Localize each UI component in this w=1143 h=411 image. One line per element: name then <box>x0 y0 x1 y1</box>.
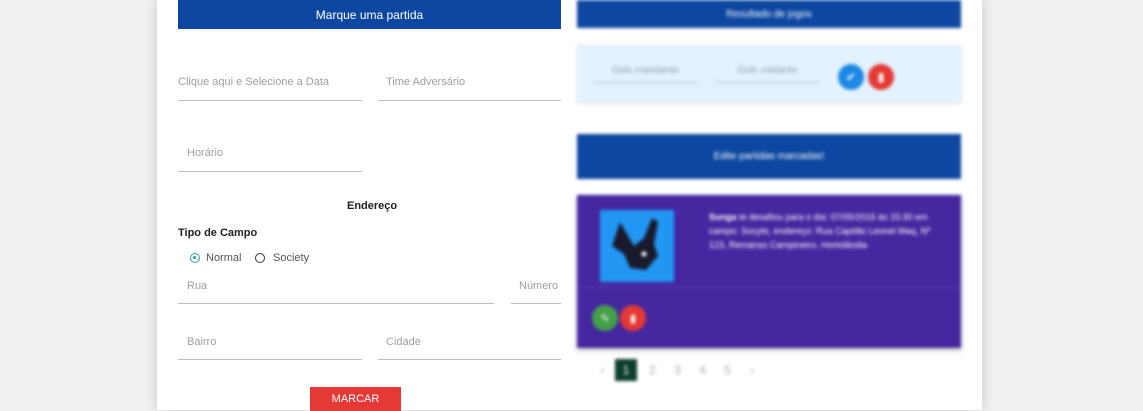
radio-society[interactable]: Society <box>255 252 309 264</box>
date-field[interactable] <box>178 76 362 101</box>
match-card: Sunga te desafiou para o dia: 07/05/2016… <box>577 195 961 348</box>
date-input[interactable] <box>178 76 362 88</box>
next-page-icon[interactable]: › <box>740 363 765 377</box>
district-input[interactable] <box>178 336 371 348</box>
field-type-title: Tipo de Campo <box>178 227 258 239</box>
score-home-field[interactable]: Gols mandante <box>593 65 698 83</box>
submit-button[interactable]: MARCAR <box>310 387 401 411</box>
time-input[interactable] <box>178 147 371 159</box>
time-field[interactable] <box>178 147 371 172</box>
match-team-name: Sunga <box>709 212 737 222</box>
page-1[interactable]: 1 <box>615 359 637 381</box>
check-icon[interactable]: ✔ <box>838 64 864 90</box>
district-field[interactable] <box>178 336 371 360</box>
team-logo-image <box>600 210 674 282</box>
radio-normal[interactable]: Normal <box>190 252 241 264</box>
city-field[interactable] <box>378 336 569 360</box>
result-entry-box: Gols mandante Gols visitante ✔ ▮ <box>577 45 961 102</box>
score-away-field[interactable]: Gols visitante <box>715 65 820 83</box>
message-icon[interactable]: ▮ <box>868 64 894 90</box>
opponent-input[interactable] <box>378 76 569 88</box>
number-input[interactable] <box>511 280 569 292</box>
page-3[interactable]: 3 <box>665 363 690 377</box>
radio-unchecked-icon <box>255 253 265 263</box>
trash-icon[interactable]: ▮ <box>620 305 646 331</box>
results-button[interactable]: Resultado de jogos <box>577 0 961 28</box>
page-5[interactable]: 5 <box>715 363 740 377</box>
prev-page-icon[interactable]: ‹ <box>590 363 615 377</box>
number-field[interactable] <box>511 280 569 304</box>
pencil-icon[interactable]: ✎ <box>592 305 618 331</box>
match-details: te desafiou para o dia: 07/05/2016 às 15… <box>709 212 931 250</box>
match-description: Sunga te desafiou para o dia: 07/05/2016… <box>709 210 949 252</box>
pagination: ‹ 1 2 3 4 5 › <box>590 359 765 381</box>
street-field[interactable] <box>178 280 503 304</box>
radio-normal-label: Normal <box>206 252 242 264</box>
page-2[interactable]: 2 <box>640 363 665 377</box>
radio-checked-icon <box>190 253 200 263</box>
city-input[interactable] <box>378 336 569 348</box>
schedule-match-button[interactable]: Marque uma partida <box>178 0 561 29</box>
opponent-field[interactable] <box>378 76 569 101</box>
edit-matches-button[interactable]: Edite partidas marcadas! <box>577 134 961 179</box>
match-card-divider <box>577 287 961 288</box>
address-title: Endereço <box>347 200 398 212</box>
page-4[interactable]: 4 <box>690 363 715 377</box>
street-input[interactable] <box>178 280 503 292</box>
radio-society-label: Society <box>273 252 310 264</box>
